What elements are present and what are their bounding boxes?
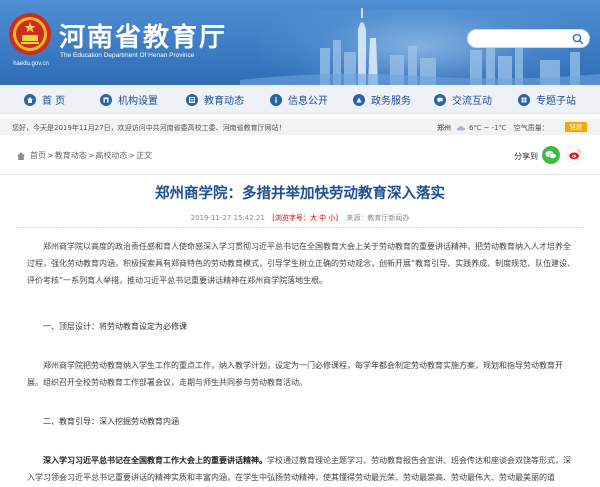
font-size-label: [浏览字号： — [272, 214, 310, 222]
weibo-share-button[interactable] — [566, 146, 584, 164]
search-box — [467, 29, 590, 48]
article-paragraph: 郑州商学院把劳动教育纳入学生工作的重点工作，纳入教学计划，设定为一门必修课程，每… — [27, 361, 563, 387]
breadcrumb: 首页 > 教育动态 > 高校动态 > 正文 — [16, 150, 152, 161]
nav-label: 机构设置 — [118, 96, 158, 107]
article-paragraph: 深入学习习近平总书记在全国教育工作大会上的重要讲话精神。学校通过教育理论主题学习… — [27, 452, 577, 486]
topic-icon — [518, 93, 530, 106]
wechat-icon — [545, 150, 557, 160]
article-meta: 2019-11-27 15:42:21 [浏览字号：大 中 小] 来源：教育厅新… — [0, 213, 600, 223]
article-title: 郑州商学院：多措并举加快劳动教育深入落实 — [155, 186, 445, 202]
nav-home[interactable]: 首 页 — [24, 85, 65, 114]
site-header: haedu.gov.cn 河南省教育厅 The Education Depart… — [0, 0, 600, 85]
nav-label: 首 页 — [42, 96, 66, 107]
wechat-share-button[interactable] — [542, 146, 560, 164]
info-bar: 您好，今天是2019年11月27日，欢迎访问中共河南省委高校工委、河南省教育厅网… — [0, 119, 600, 135]
search-icon[interactable] — [572, 33, 584, 45]
nav-org[interactable]: 机构设置 — [100, 85, 158, 114]
nav-topics[interactable]: 专题子站 — [518, 85, 576, 114]
font-size-large[interactable]: 大 — [310, 214, 317, 222]
site-title[interactable]: 河南省教育厅 — [59, 17, 227, 54]
nav-news[interactable]: 教育动态 — [186, 85, 244, 114]
cloud-icon — [456, 126, 466, 131]
breadcrumb-university-news[interactable]: 高校动态 — [95, 150, 127, 161]
font-size-end: ] — [335, 214, 339, 222]
article-section-heading: 二、教育引导：深入挖掘劳动教育内涵 — [43, 417, 179, 426]
weibo-icon — [569, 149, 581, 160]
search-input[interactable] — [476, 32, 571, 46]
air-quality-label: 空气质量： — [513, 124, 549, 132]
breadcrumb-separator: > — [128, 151, 136, 160]
weather-temperature: 6℃ ~ -1℃ — [469, 124, 507, 132]
info-icon — [270, 93, 282, 106]
nav-service[interactable]: 政务服务 — [353, 85, 411, 114]
site-url-text: haedu.gov.cn — [13, 61, 49, 67]
nav-interact[interactable]: 交流互动 — [434, 85, 492, 114]
org-icon — [100, 93, 112, 106]
chat-icon — [434, 93, 446, 106]
article-paragraph: 郑州商学院以高度的政治责任感和育人使命感深入学习贯彻习近平总书记在全国教育大会上… — [27, 242, 576, 285]
article-datetime: 2019-11-27 15:42:21 — [190, 214, 265, 222]
nav-label: 交流互动 — [452, 96, 492, 107]
weather-widget: 郑州 6℃ ~ -1℃ 空气质量： — [437, 123, 549, 133]
article-section-heading: 一、顶层设计：将劳动教育设定为必修课 — [43, 322, 187, 331]
main-nav: 首 页 机构设置 教育动态 信息公开 政务服务 交流互动 专题子站 — [0, 85, 600, 114]
national-emblem-logo — [9, 13, 51, 55]
nav-label: 政务服务 — [371, 96, 411, 107]
welcome-text: 您好，今天是2019年11月27日，欢迎访问中共河南省委高校工委、河南省教育厅网… — [12, 124, 286, 132]
nav-label: 教育动态 — [204, 96, 244, 107]
article-divider — [16, 227, 584, 228]
site-subtitle: The Education Department Of Henan Provin… — [60, 52, 195, 59]
breadcrumb-home[interactable]: 首页 — [30, 150, 46, 161]
home-icon — [17, 151, 25, 160]
air-quality-badge: 轻度 — [565, 122, 587, 132]
breadcrumb-separator: > — [47, 151, 54, 160]
home-icon — [24, 93, 36, 106]
nav-label: 信息公开 — [288, 96, 328, 107]
breadcrumb-news[interactable]: 教育动态 — [55, 150, 87, 161]
weather-city: 郑州 — [437, 124, 451, 132]
nav-info[interactable]: 信息公开 — [270, 85, 328, 114]
article-bold-lead: 深入学习习近平总书记在全国教育工作大会上的重要讲话精神。 — [43, 456, 267, 465]
breadcrumb-bar: 首页 > 教育动态 > 高校动态 > 正文 分享到 — [0, 139, 600, 175]
font-size-medium[interactable]: 中 — [319, 214, 326, 222]
article-source: 来源：教育厅新闻办 — [346, 214, 410, 222]
breadcrumb-current: 正文 — [136, 151, 153, 160]
breadcrumb-separator: > — [87, 151, 95, 160]
service-icon — [353, 93, 365, 106]
nav-label: 专题子站 — [536, 96, 576, 107]
news-icon — [186, 93, 198, 106]
share-label: 分享到 — [514, 152, 538, 161]
